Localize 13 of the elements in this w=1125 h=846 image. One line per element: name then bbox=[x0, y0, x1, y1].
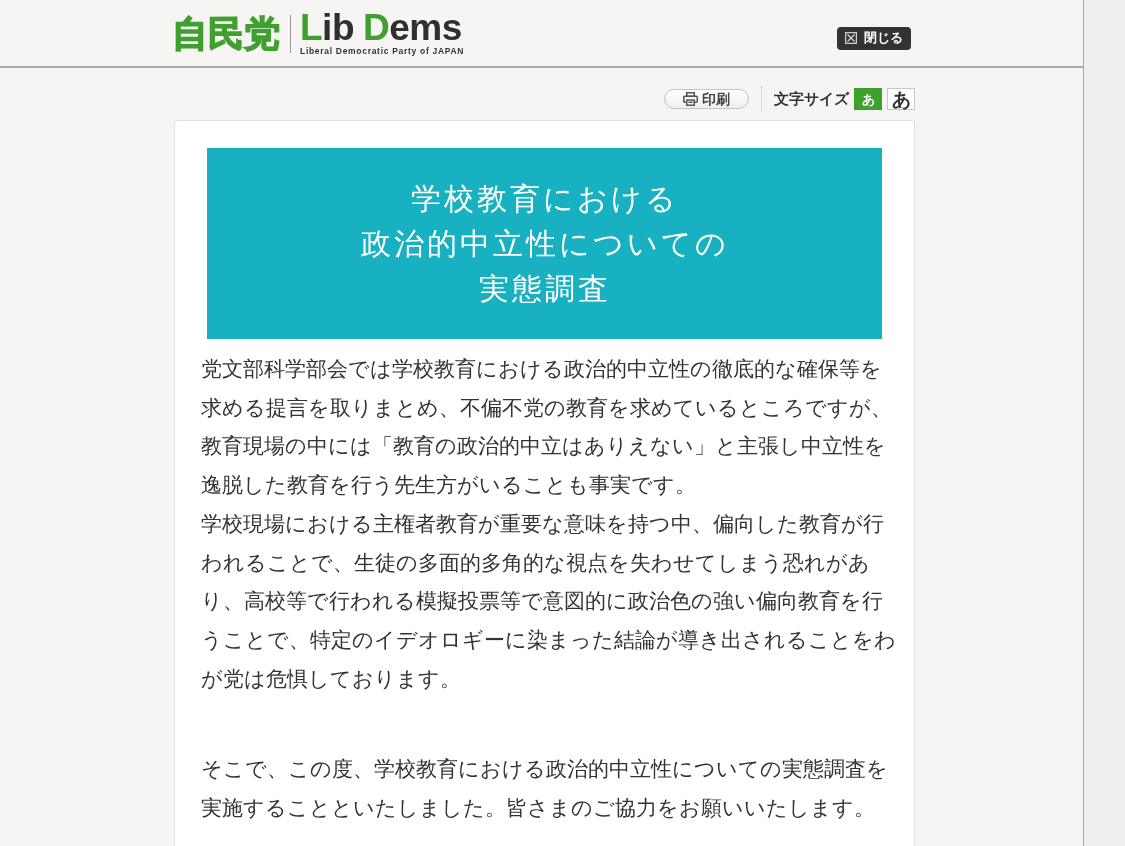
paragraph-text: そこで、この度、学校教育における政治的中立性についての実態調査を 実施することといたしました。皆さまのご協力をお願いいたします。 bbox=[201, 756, 888, 823]
print-button[interactable]: 印刷 bbox=[664, 89, 749, 109]
text-size-label: 文字サイズ bbox=[774, 88, 849, 110]
close-icon bbox=[845, 32, 857, 44]
paragraph-text: 学校現場における主権者教育が重要な意味を持つ中、偏向した教育が行 われることで、生徒の多面的多角的な視点を失わせてしまう恐れがあ り、高校等で行われる模擬投票等で意図的に政治色の強い偏向教育を行 うことで、特定のイデオロギーに染まった結論が導き出されることをわ が党は危惧しております。 bbox=[201, 510, 896, 693]
paragraph-text: 党文部科学部会では学校教育における政治的中立性の徹底的な確保等を 求める提言を取りまとめ、不偏不党の教育を求めているところですが、 教育現場の中には「教育の政治的中立はありえない」と主張し中立性を 逸脱した教育を行う先生方がいることも事実です。 bbox=[201, 356, 892, 500]
logo-wordmark: Lib Dems bbox=[300, 12, 462, 43]
text-size-option[interactable]: あ bbox=[887, 88, 915, 110]
banner-title: 学校教育における 政治的中立性についての 実態調査 bbox=[360, 180, 729, 308]
printer-icon bbox=[683, 92, 698, 106]
logo-mark: 自民党 bbox=[172, 16, 280, 52]
close-button[interactable]: 閉じる bbox=[837, 26, 911, 50]
logo-tagline: Liberal Democratic Party of JAPAN bbox=[300, 45, 465, 56]
